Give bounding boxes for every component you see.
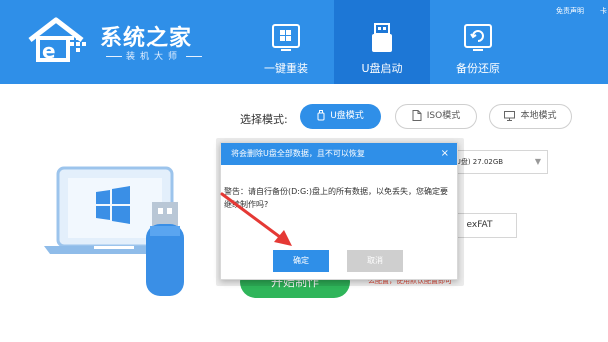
nav-item-usb-boot[interactable]: U盘启动 <box>334 0 430 84</box>
nav-label-usb-boot: U盘启动 <box>361 62 403 75</box>
iso-mode-button[interactable]: ISO模式 <box>395 104 477 129</box>
iso-mode-label: ISO模式 <box>426 111 461 121</box>
svg-text:e: e <box>42 39 56 63</box>
ok-button[interactable]: 确定 <box>273 250 329 272</box>
backup-restore-icon <box>464 24 492 51</box>
usb-mode-label: U盘模式 <box>330 111 364 121</box>
dialog-header: 将会删除U盘全部数据，且不可以恢复 × <box>221 143 457 165</box>
app-window: e 系统之家 装机大师 一键重装 U盘启动 备份还原 免责声明 卡 选择模式: … <box>0 0 608 342</box>
nav-label-backup-restore: 备份还原 <box>456 62 500 75</box>
filesystem-value: exFAT <box>466 220 493 230</box>
logo-subtitle: 装机大师 <box>102 49 222 62</box>
laptop-usb-illustration <box>44 166 184 296</box>
nav-item-backup-restore[interactable]: 备份还原 <box>430 0 526 84</box>
usb-drive-icon <box>372 23 392 52</box>
windows-install-icon <box>272 24 300 51</box>
chevron-down-icon: ▼ <box>534 157 541 166</box>
file-icon <box>412 110 422 121</box>
local-mode-label: 本地模式 <box>520 111 557 121</box>
disclaimer-link[interactable]: 免责声明 <box>556 6 584 16</box>
logo-title: 系统之家 <box>100 26 193 51</box>
red-arrow-annotation-icon <box>220 192 292 246</box>
dialog-title: 将会删除U盘全部数据，且不可以恢复 <box>231 149 365 158</box>
usb-icon <box>317 110 325 121</box>
logo: e 系统之家 装机大师 <box>26 16 216 64</box>
local-mode-button[interactable]: 本地模式 <box>489 104 572 129</box>
close-icon[interactable]: × <box>441 143 449 165</box>
nav-item-reinstall[interactable]: 一键重装 <box>238 0 334 84</box>
mode-label: 选择模式: <box>240 113 288 126</box>
nav-label-reinstall: 一键重装 <box>264 62 308 75</box>
cancel-button[interactable]: 取消 <box>347 250 403 272</box>
top-link-extra[interactable]: 卡 <box>600 6 607 16</box>
house-logo-icon: e <box>28 17 86 63</box>
monitor-icon <box>504 110 516 121</box>
usb-mode-button[interactable]: U盘模式 <box>300 104 381 129</box>
header-bar: e 系统之家 装机大师 一键重装 U盘启动 备份还原 免责声明 卡 <box>0 0 608 84</box>
